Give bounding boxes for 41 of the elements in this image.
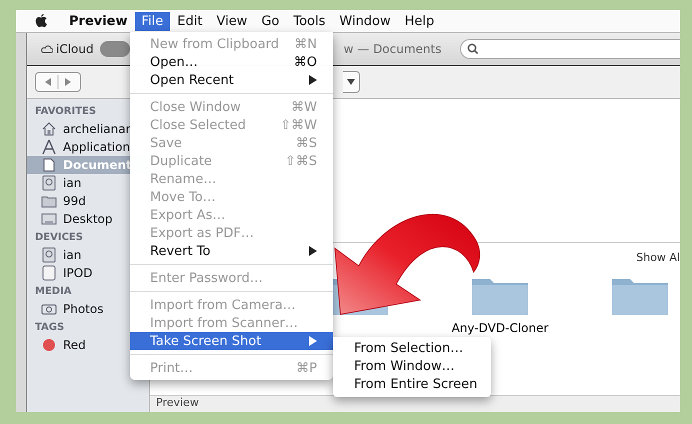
menu-item[interactable]: Open Recent	[130, 71, 333, 89]
menu-bar-item[interactable]: View	[209, 12, 254, 30]
menu-item[interactable]: From Entire Screen	[333, 376, 491, 394]
apple-logo-icon[interactable]	[34, 13, 48, 29]
menu-item[interactable]: From Window…	[333, 358, 491, 376]
menu-item[interactable]: From Selection…	[333, 340, 491, 358]
sidebar-heading: FAVORITES	[34, 105, 98, 119]
desktop-icon	[41, 211, 57, 227]
caret-icon	[347, 79, 355, 85]
document-icon	[41, 157, 57, 173]
menu-bar-item[interactable]: Window	[332, 12, 398, 30]
sidebar-heading: TAGS	[34, 321, 66, 335]
search-field[interactable]	[460, 39, 680, 59]
submenu-arrow-icon	[309, 336, 317, 346]
drive-icon	[41, 175, 57, 191]
show-all-link[interactable]: Show Al	[636, 251, 680, 264]
cloud-icon	[41, 45, 53, 53]
drive-icon	[41, 247, 57, 263]
preview-label: Preview	[156, 396, 199, 409]
back-forward-buttons[interactable]	[35, 72, 81, 92]
icloud-label: iCloud	[56, 42, 94, 56]
menu-bar-item[interactable]: File	[134, 12, 170, 30]
search-icon	[466, 43, 478, 55]
window-title: w — Documents	[344, 42, 442, 56]
toggle-pill[interactable]	[100, 41, 130, 57]
menu-bar-item[interactable]: Help	[398, 12, 442, 30]
view-dropdown[interactable]	[343, 71, 360, 93]
menu-bar-item[interactable]: Go	[254, 12, 286, 30]
menu-item[interactable]: Open… ⌘O	[130, 53, 333, 71]
menu-item[interactable]: Take Screen Shot	[130, 332, 333, 350]
folder-label: Any-DVD-Cloner	[452, 321, 548, 335]
sidebar-heading: MEDIA	[34, 285, 73, 299]
device-icon	[41, 265, 57, 281]
house-icon	[41, 121, 57, 137]
submenu-arrow-icon	[309, 246, 317, 256]
submenu-arrow-icon	[309, 75, 317, 85]
compass-icon	[41, 139, 57, 155]
menu-bar-item[interactable]: Preview	[62, 12, 135, 30]
menu-bar-item[interactable]: Tools	[286, 12, 332, 30]
sidebar-heading: DEVICES	[34, 231, 84, 245]
menu-bar-item[interactable]: Edit	[170, 12, 210, 30]
